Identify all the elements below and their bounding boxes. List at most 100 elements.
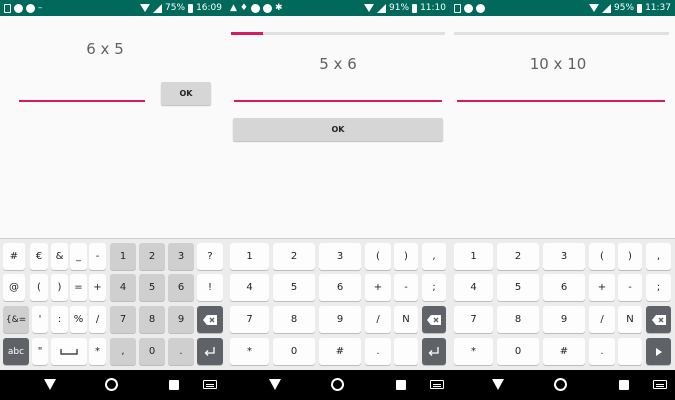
answer-input[interactable] [234, 100, 442, 102]
key[interactable]: 9 [168, 306, 194, 333]
key[interactable]: - [394, 274, 418, 301]
key[interactable]: ) [618, 243, 642, 270]
key[interactable]: ( [589, 243, 615, 270]
recents-icon[interactable] [396, 380, 406, 390]
answer-input[interactable] [19, 100, 145, 102]
key[interactable]: 8 [139, 306, 165, 333]
key[interactable]: - [618, 274, 642, 301]
key[interactable]: * [89, 338, 106, 365]
key[interactable]: ? [197, 243, 223, 270]
key[interactable]: ) [51, 274, 68, 301]
key[interactable]: 7 [110, 306, 136, 333]
blank-key[interactable] [618, 338, 642, 365]
key[interactable]: 0 [497, 338, 539, 365]
keyboard-switch-icon[interactable] [653, 380, 667, 389]
key[interactable]: / [589, 306, 615, 333]
key[interactable]: + [89, 274, 106, 301]
key[interactable]: 8 [273, 306, 315, 333]
recents-icon[interactable] [619, 380, 629, 390]
key[interactable]: = [70, 274, 87, 301]
recents-icon[interactable] [169, 380, 179, 390]
backspace-key[interactable] [646, 306, 671, 333]
key[interactable]: . [589, 338, 615, 365]
key[interactable]: 2 [497, 243, 539, 270]
back-icon[interactable] [492, 379, 504, 390]
symbols-switch-key[interactable]: {&= [3, 306, 29, 333]
enter-key[interactable] [422, 338, 446, 365]
key[interactable]: 7 [230, 306, 269, 333]
key[interactable]: 2 [139, 243, 165, 270]
key[interactable]: 1 [454, 243, 493, 270]
key[interactable]: + [589, 274, 615, 301]
key[interactable]: 5 [497, 274, 539, 301]
key[interactable]: 9 [319, 306, 361, 333]
key[interactable]: N [618, 306, 642, 333]
key[interactable]: & [51, 243, 68, 270]
key[interactable]: " [32, 338, 48, 365]
key[interactable]: ; [422, 274, 446, 301]
next-key[interactable] [646, 338, 671, 365]
key[interactable]: % [70, 306, 87, 333]
key[interactable]: N [394, 306, 418, 333]
key[interactable]: , [110, 338, 136, 365]
key[interactable]: ) [394, 243, 418, 270]
key[interactable]: * [454, 338, 493, 365]
key[interactable]: 8 [497, 306, 539, 333]
key[interactable]: . [168, 338, 194, 365]
keyboard-switch-icon[interactable] [430, 380, 444, 389]
key[interactable]: , [422, 243, 446, 270]
key[interactable]: . [365, 338, 391, 365]
back-icon[interactable] [269, 379, 281, 390]
key[interactable]: + [365, 274, 391, 301]
back-icon[interactable] [44, 379, 56, 390]
abc-switch-key[interactable]: abc [3, 338, 29, 365]
key[interactable]: € [30, 243, 48, 270]
key[interactable]: # [319, 338, 361, 365]
enter-key[interactable] [197, 338, 223, 365]
home-icon[interactable] [331, 378, 344, 391]
key[interactable]: 3 [319, 243, 361, 270]
key[interactable]: 6 [168, 274, 194, 301]
backspace-key[interactable] [197, 306, 223, 333]
key[interactable]: 4 [110, 274, 136, 301]
key[interactable]: 3 [168, 243, 194, 270]
space-key[interactable] [51, 338, 87, 365]
key[interactable]: _ [70, 243, 87, 270]
backspace-key[interactable] [422, 306, 446, 333]
keyboard-switch-icon[interactable] [203, 380, 217, 389]
key[interactable]: 7 [454, 306, 493, 333]
key[interactable]: ; [646, 274, 671, 301]
key[interactable]: ( [365, 243, 391, 270]
ok-button[interactable]: OK [161, 82, 211, 105]
key[interactable]: 5 [273, 274, 315, 301]
key[interactable]: 0 [139, 338, 165, 365]
key[interactable]: - [89, 243, 106, 270]
key[interactable]: : [51, 306, 68, 333]
key[interactable]: ! [197, 274, 223, 301]
key[interactable]: 0 [273, 338, 315, 365]
key[interactable]: @ [3, 274, 25, 301]
key[interactable]: 3 [543, 243, 585, 270]
key[interactable]: / [89, 306, 106, 333]
key[interactable]: ' [32, 306, 48, 333]
key[interactable]: * [230, 338, 269, 365]
key[interactable]: 5 [139, 274, 165, 301]
blank-key[interactable] [394, 338, 418, 365]
key[interactable]: 6 [319, 274, 361, 301]
key[interactable]: , [646, 243, 671, 270]
key[interactable]: # [3, 243, 25, 270]
key[interactable]: 6 [543, 274, 585, 301]
key[interactable]: / [365, 306, 391, 333]
key[interactable]: 2 [273, 243, 315, 270]
answer-input[interactable] [457, 100, 665, 102]
key[interactable]: 4 [454, 274, 493, 301]
home-icon[interactable] [105, 378, 118, 391]
key[interactable]: 1 [230, 243, 269, 270]
key[interactable]: 4 [230, 274, 269, 301]
key[interactable]: # [543, 338, 585, 365]
ok-button[interactable]: OK [233, 118, 443, 141]
key[interactable]: 1 [110, 243, 136, 270]
home-icon[interactable] [554, 378, 567, 391]
key[interactable]: ( [30, 274, 48, 301]
key[interactable]: 9 [543, 306, 585, 333]
